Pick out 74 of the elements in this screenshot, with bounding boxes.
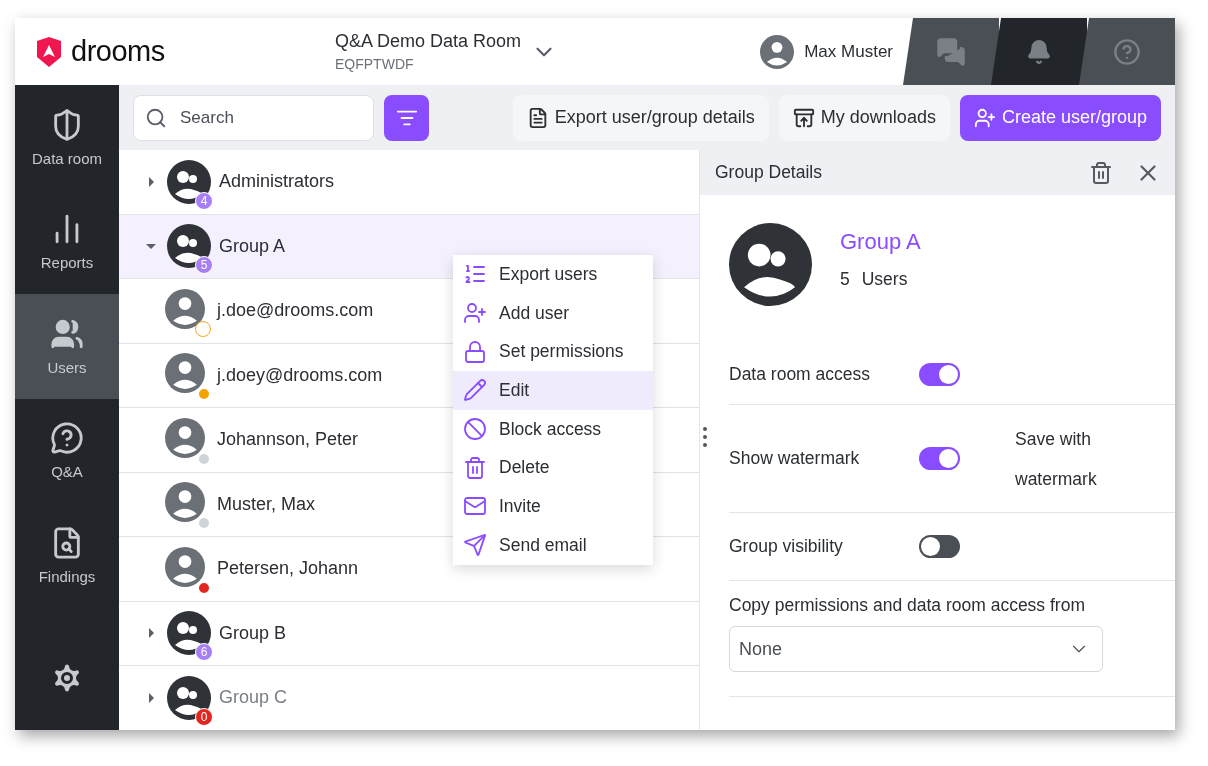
group-name: Group C bbox=[219, 687, 288, 709]
toolbar-button[interactable]: Create user/group bbox=[959, 94, 1161, 141]
delete-button[interactable] bbox=[1089, 160, 1113, 185]
toggle-switch[interactable] bbox=[919, 363, 960, 386]
menu-item[interactable]: Send email bbox=[453, 525, 653, 565]
menu-item[interactable]: Invite bbox=[453, 487, 653, 526]
user-name: Muster, Max bbox=[217, 493, 316, 515]
trash-icon bbox=[463, 455, 487, 480]
block-icon bbox=[463, 417, 487, 442]
room-code: EQFPTWDF bbox=[335, 56, 415, 72]
setting-label: Data room access bbox=[729, 364, 872, 385]
group-avatar bbox=[167, 675, 211, 720]
download-box-icon bbox=[792, 106, 815, 129]
send-icon bbox=[463, 533, 487, 558]
header-tab[interactable] bbox=[903, 18, 999, 85]
toolbar-button[interactable]: My downloads bbox=[778, 94, 950, 141]
member-count-badge: 5 bbox=[195, 256, 213, 275]
menu-item[interactable]: Edit bbox=[453, 371, 653, 410]
user-name: Johannson, Peter bbox=[217, 429, 359, 451]
group-name: Administrators bbox=[219, 171, 335, 193]
setting-label: Group visibility bbox=[729, 536, 844, 557]
user-avatar bbox=[165, 288, 205, 329]
search-field[interactable]: Search bbox=[133, 94, 374, 141]
member-count-badge: 6 bbox=[195, 643, 213, 662]
lock-icon bbox=[463, 339, 487, 364]
nav-item[interactable]: Reports bbox=[15, 189, 119, 294]
toolbar-button[interactable]: Export user/group details bbox=[512, 94, 769, 141]
pencil-icon bbox=[463, 378, 487, 403]
group-avatar bbox=[167, 611, 211, 656]
user-avatar bbox=[760, 34, 795, 69]
chat-question-icon bbox=[50, 421, 84, 456]
users-label: Users bbox=[861, 269, 908, 290]
room-name: Q&A Demo Data Room bbox=[335, 31, 522, 52]
nav-item[interactable]: Data room bbox=[15, 85, 119, 190]
setting-label: Show watermark bbox=[729, 448, 861, 469]
group-avatar bbox=[167, 159, 211, 204]
bell-icon bbox=[1026, 38, 1052, 65]
group-avatar bbox=[167, 224, 211, 269]
menu-item[interactable]: Export users bbox=[453, 255, 653, 294]
user-name: Petersen, Johann bbox=[217, 558, 359, 580]
user-avatar bbox=[165, 546, 205, 587]
nav-item[interactable]: Q&A bbox=[15, 398, 119, 503]
user-name: j.doe@drooms.com bbox=[217, 300, 374, 322]
menu-item[interactable]: Delete bbox=[453, 448, 653, 488]
trash-icon bbox=[1089, 160, 1113, 185]
group-name: Group B bbox=[219, 622, 287, 644]
filter-button[interactable] bbox=[384, 94, 429, 141]
menu-item[interactable]: Set permissions bbox=[453, 332, 653, 372]
menu-item[interactable]: Add user bbox=[453, 293, 653, 333]
user-name: j.doey@drooms.com bbox=[217, 364, 383, 386]
add-user-icon bbox=[463, 301, 487, 326]
help-icon bbox=[1113, 37, 1141, 66]
chat-icon bbox=[936, 36, 966, 67]
nav-item[interactable]: Findings bbox=[15, 503, 119, 608]
user-avatar bbox=[165, 482, 205, 523]
toggle-switch[interactable] bbox=[919, 535, 960, 558]
toggle-switch[interactable] bbox=[919, 447, 960, 470]
search-icon bbox=[145, 106, 167, 129]
resize-handle[interactable] bbox=[702, 427, 708, 447]
user-count: 5 bbox=[840, 269, 850, 290]
menu-item[interactable]: Block access bbox=[453, 409, 653, 449]
user-name: Max Muster bbox=[804, 41, 893, 62]
logo-icon bbox=[35, 36, 63, 67]
nav-item[interactable]: Users bbox=[15, 294, 119, 399]
copy-from-dropdown[interactable]: None bbox=[729, 626, 1103, 672]
copy-label: Copy permissions and data room access from bbox=[729, 595, 1086, 616]
logo-text: drooms bbox=[71, 35, 165, 68]
panel-title: Group Details bbox=[715, 162, 823, 183]
add-user-icon bbox=[973, 106, 996, 129]
group-name: Group A bbox=[219, 235, 286, 257]
user-avatar bbox=[165, 417, 205, 458]
group-name: Group A bbox=[840, 229, 921, 255]
setting-note: Save with watermark bbox=[1015, 427, 1098, 491]
user-avatar bbox=[165, 353, 205, 394]
